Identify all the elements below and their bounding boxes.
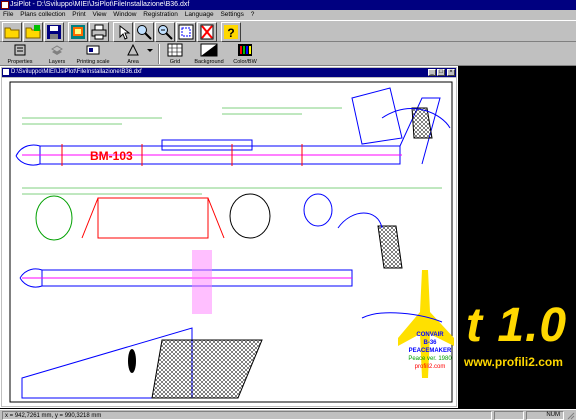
background-icon — [200, 43, 218, 57]
svg-text:B-36: B-36 — [423, 340, 437, 346]
zoom-out-icon — [158, 25, 173, 40]
minimize-button[interactable]: _ — [428, 69, 436, 76]
help-icon: ? — [224, 25, 238, 40]
menu-window[interactable]: Window — [111, 10, 138, 20]
open-button[interactable] — [2, 22, 22, 42]
menu-view[interactable]: View — [90, 10, 108, 20]
main-window: JsiPlot - D:\Sviluppo\MIEI\JsiPlot\FileI… — [0, 0, 576, 420]
save-button[interactable] — [44, 22, 64, 42]
menu-settings[interactable]: Settings — [218, 10, 246, 20]
printing-scale-label: Printing scale — [76, 59, 110, 65]
layers-icon — [51, 45, 63, 55]
area-icon — [127, 43, 139, 56]
grid-icon — [167, 43, 183, 57]
document-window: D:\Sviluppo\MIEI\JsiPlot\FileInstallazio… — [0, 66, 458, 408]
print-button[interactable] — [89, 22, 109, 42]
zoom-window-icon — [178, 24, 194, 40]
app-icon[interactable] — [1, 1, 9, 9]
view-toolbar: Properties Layers Printing scale Area Gr… — [0, 42, 576, 66]
engine-nacelle — [128, 349, 136, 373]
color-bw-icon — [238, 44, 252, 56]
menu-registration[interactable]: Registration — [141, 10, 180, 20]
open-plans-icon — [25, 25, 41, 39]
document-title: D:\Sviluppo\MIEI\JsiPlot\FileInstallazio… — [11, 69, 142, 75]
status-bar: x = 942,7261 mm, y = 990,3218 mm NUM — [0, 409, 576, 420]
wing-cross-hatch — [151, 339, 263, 399]
document-title-bar[interactable]: D:\Sviluppo\MIEI\JsiPlot\FileInstallazio… — [2, 68, 456, 77]
status-num-lock: NUM — [526, 411, 564, 420]
svg-text:?: ? — [227, 26, 234, 40]
wing-hatch — [377, 225, 403, 269]
chevron-down-icon — [147, 49, 153, 52]
fuselage-top-view — [19, 250, 353, 314]
resize-grip-icon[interactable] — [567, 412, 575, 420]
pointer-button[interactable] — [113, 22, 133, 42]
menu-file[interactable]: File — [1, 10, 15, 20]
layers-button[interactable]: Layers — [44, 43, 70, 65]
area-label: Area — [127, 59, 139, 65]
menu-plans-collection[interactable]: Plans collection — [18, 10, 67, 20]
zoom-out-button[interactable] — [155, 22, 175, 42]
title-bar[interactable]: JsiPlot - D:\Sviluppo\MIEI\JsiPlot\FileI… — [0, 0, 576, 10]
grid-button[interactable]: Grid — [164, 43, 186, 65]
svg-text:PEACEMAKER: PEACEMAKER — [409, 348, 452, 354]
color-bw-button[interactable]: Color/BW — [232, 43, 258, 65]
printing-scale-button[interactable]: Printing scale — [74, 43, 112, 65]
area-button[interactable]: Area — [120, 43, 146, 65]
mdi-workspace: t 1.0 www.profili2.com D:\Sviluppo\MIEI\… — [0, 66, 576, 409]
splash-url: www.profili2.com — [464, 355, 563, 369]
svg-text:profili2.com: profili2.com — [415, 364, 446, 370]
fin-hatch — [411, 107, 433, 139]
maximize-button[interactable]: □ — [437, 69, 445, 76]
pointer-icon — [119, 24, 131, 40]
save-disk-icon — [47, 25, 61, 39]
svg-text:Peace ver. 1980: Peace ver. 1980 — [408, 356, 452, 362]
close-doc-icon — [200, 24, 214, 40]
background-label: Background — [194, 59, 224, 65]
status-coordinates: x = 942,7261 mm, y = 990,3218 mm — [2, 411, 492, 420]
menu-bar: File Plans collection Print View Window … — [0, 10, 576, 20]
grid-label: Grid — [169, 59, 181, 65]
open-folder-icon — [4, 27, 20, 39]
fuselage-label: BM-103 — [90, 149, 133, 163]
status-panel-empty — [494, 411, 524, 420]
main-toolbar: ? — [0, 20, 576, 42]
printing-scale-icon — [86, 45, 100, 55]
plot-button[interactable] — [68, 22, 88, 42]
plan-drawing: BM-103 CONVAIR B-36 PEACEMAKER Peace ver… — [9, 81, 454, 403]
zoom-window-button[interactable] — [176, 22, 196, 42]
window-title: JsiPlot - D:\Sviluppo\MIEI\JsiPlot\FileI… — [10, 1, 190, 8]
menu-language[interactable]: Language — [183, 10, 216, 20]
printer-icon — [91, 24, 107, 40]
drawing-canvas[interactable]: BM-103 CONVAIR B-36 PEACEMAKER Peace ver… — [2, 78, 456, 406]
properties-button[interactable]: Properties — [4, 43, 36, 65]
zoom-in-icon — [137, 25, 152, 40]
close-doc-button[interactable] — [197, 22, 217, 42]
splash-version-text: t 1.0 — [466, 299, 568, 352]
menu-print[interactable]: Print — [70, 10, 87, 20]
layers-label: Layers — [48, 59, 66, 65]
area-dropdown[interactable] — [146, 43, 154, 65]
tail-fin — [351, 87, 403, 145]
wing-panel — [97, 197, 209, 239]
fuselage-sections — [35, 193, 333, 241]
properties-icon — [14, 44, 26, 56]
svg-text:CONVAIR: CONVAIR — [416, 332, 444, 338]
toolbar-separator — [158, 44, 160, 64]
document-icon — [3, 69, 9, 75]
menu-help[interactable]: ? — [249, 10, 257, 20]
background-button[interactable]: Background — [192, 43, 226, 65]
close-button[interactable]: × — [447, 69, 455, 76]
properties-label: Properties — [7, 59, 33, 65]
color-bw-label: Color/BW — [233, 59, 257, 65]
zoom-in-button[interactable] — [134, 22, 154, 42]
help-button[interactable]: ? — [221, 22, 241, 42]
plotter-icon — [71, 25, 85, 39]
open-plans-button[interactable] — [23, 22, 43, 42]
